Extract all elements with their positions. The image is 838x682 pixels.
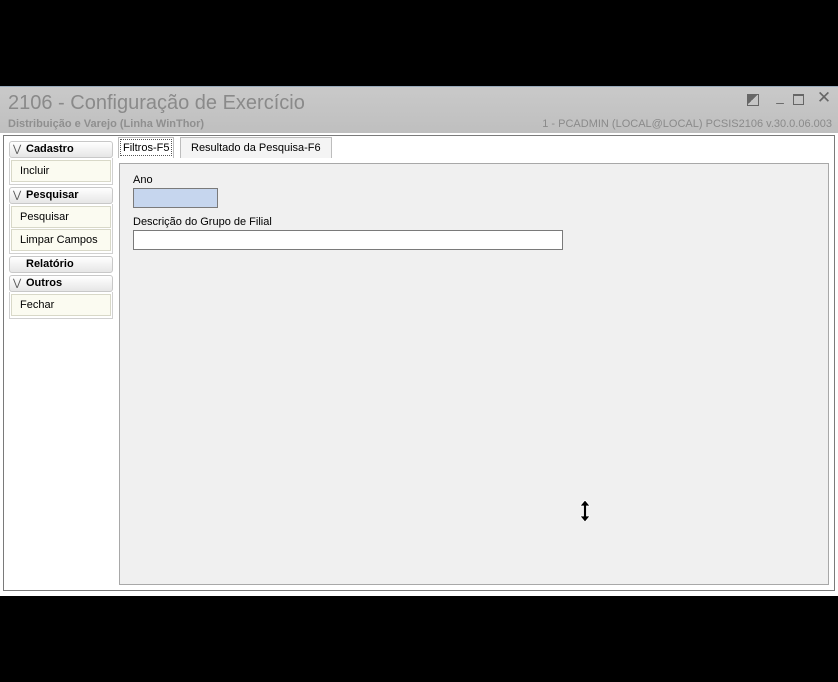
sidebar-item-incluir[interactable]: Incluir xyxy=(11,160,111,182)
restore-icon[interactable] xyxy=(747,94,759,106)
filters-panel: Ano Descrição do Grupo de Filial xyxy=(119,163,829,585)
title-bar[interactable]: 2106 - Configuração de Exercício Distrib… xyxy=(0,87,838,133)
window-body: ⋁ Cadastro Incluir ⋁ Pesquisar Pesquisar… xyxy=(3,135,835,591)
group-body-outros: Fechar xyxy=(9,292,113,319)
minimize-icon[interactable]: ‒ xyxy=(771,93,789,111)
ano-input[interactable] xyxy=(133,188,218,208)
group-label: Cadastro xyxy=(26,143,74,155)
group-body-pesquisar: Pesquisar Limpar Campos xyxy=(9,204,113,254)
group-label: Outros xyxy=(26,277,63,289)
sidebar-item-limpar-campos[interactable]: Limpar Campos xyxy=(11,229,111,251)
maximize-icon[interactable] xyxy=(793,94,804,105)
group-header-relatorio[interactable]: Relatório xyxy=(9,256,113,273)
window-title: 2106 - Configuração de Exercício xyxy=(8,92,305,114)
group-header-outros[interactable]: ⋁ Outros xyxy=(9,275,113,292)
descricao-label: Descrição do Grupo de Filial xyxy=(133,216,272,228)
sidebar-item-fechar[interactable]: Fechar xyxy=(11,294,111,316)
chevron-double-down-icon: ⋁ xyxy=(13,190,22,201)
sidebar-item-pesquisar[interactable]: Pesquisar xyxy=(11,206,111,228)
group-header-pesquisar[interactable]: ⋁ Pesquisar xyxy=(9,187,113,204)
chevron-double-down-icon: ⋁ xyxy=(13,144,22,155)
tab-filtros[interactable]: Filtros-F5 xyxy=(118,137,175,158)
tab-resultado-pesquisa[interactable]: Resultado da Pesquisa-F6 xyxy=(180,137,332,158)
ano-label: Ano xyxy=(133,174,153,186)
app-window: 2106 - Configuração de Exercício Distrib… xyxy=(0,86,838,596)
group-body-cadastro: Incluir xyxy=(9,158,113,185)
descricao-input[interactable] xyxy=(133,230,563,250)
group-header-cadastro[interactable]: ⋁ Cadastro xyxy=(9,141,113,158)
vertical-resize-cursor-icon xyxy=(580,500,590,522)
chevron-double-down-icon: ⋁ xyxy=(13,278,22,289)
group-label: Pesquisar xyxy=(26,189,79,201)
group-label: Relatório xyxy=(26,258,74,270)
window-subtitle: Distribuição e Varejo (Linha WinThor) xyxy=(8,118,205,130)
session-info: 1 - PCADMIN (LOCAL@LOCAL) PCSIS2106 v.30… xyxy=(542,118,832,130)
close-icon[interactable]: ✕ xyxy=(815,89,833,107)
sidebar: ⋁ Cadastro Incluir ⋁ Pesquisar Pesquisar… xyxy=(9,139,113,319)
